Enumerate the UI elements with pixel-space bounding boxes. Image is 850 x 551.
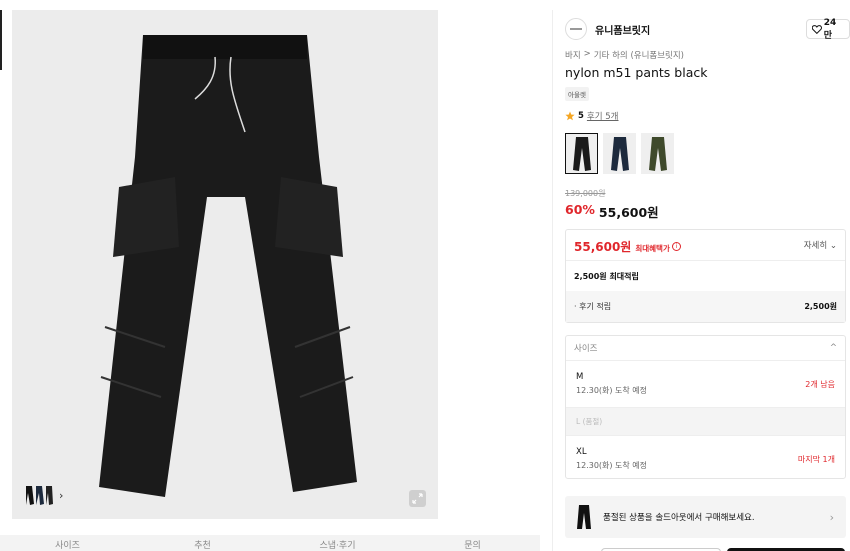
product-image [99, 35, 357, 497]
scroll-edge [0, 10, 2, 70]
star-icon [565, 111, 575, 121]
brand-row[interactable]: 유니폼브릿지 [565, 18, 650, 40]
size-option-name: L (품절) [576, 417, 603, 426]
detail-tabs: 사이즈 추천 스냅·후기 문의 [0, 535, 540, 551]
breadcrumb: 바지 > 기타 하의 (유니폼브릿지) [565, 49, 684, 61]
size-option-l-soldout: L (품절) [566, 408, 845, 436]
pants-thumbnail [577, 505, 591, 529]
original-price: 139,000원 [565, 189, 606, 198]
breadcrumb-separator: > [583, 49, 591, 59]
chevron-down-icon: ⌄ [829, 241, 837, 251]
color-option-black[interactable] [565, 133, 598, 174]
max-benefit-price: 55,600원 [574, 239, 632, 254]
product-info-panel: 유니폼브릿지 24만 바지 > 기타 하의 (유니폼브릿지) nylon m51… [552, 10, 850, 551]
detail-label: 자세히 [803, 241, 828, 251]
size-selector: 사이즈 ^ M 12.30(화) 도착 예정 2개 남음 L (품절) XL 1… [565, 335, 846, 479]
breadcrumb-subcategory[interactable]: 기타 하의 (유니폼브릿지) [594, 49, 684, 61]
review-points-label: · 후기 적립 [574, 302, 612, 311]
chevron-up-icon: ^ [829, 343, 837, 353]
soldout-banner[interactable]: 품절된 상품을 솔드아웃에서 구매해보세요. › [565, 496, 846, 538]
zoom-button[interactable] [409, 490, 426, 507]
brand-name[interactable]: 유니폼브릿지 [595, 22, 650, 37]
size-dropdown-header[interactable]: 사이즈 ^ [566, 336, 845, 361]
outlet-badge: 아울렛 [565, 87, 589, 101]
size-option-name: XL [576, 447, 587, 457]
heart-icon [812, 24, 822, 34]
rating-row: 5 후기 5개 [565, 110, 619, 122]
review-link[interactable]: 후기 5개 [587, 110, 619, 122]
tab-recommend[interactable]: 추천 [135, 535, 270, 551]
rating-score: 5 [578, 111, 584, 121]
color-option-khaki[interactable] [641, 133, 674, 174]
like-count: 24만 [823, 17, 837, 41]
chevron-right-icon: › [829, 510, 834, 524]
size-option-name: M [576, 372, 584, 382]
size-header-label: 사이즈 [574, 344, 598, 354]
thumbnail-image[interactable] [24, 483, 54, 507]
tab-inquiry[interactable]: 문의 [405, 535, 540, 551]
points-title: 2,500원 최대적립 [574, 271, 639, 281]
pants-thumbnail [610, 136, 629, 171]
discount-rate: 60% [565, 202, 595, 217]
brand-logo[interactable] [565, 18, 587, 40]
benefit-header[interactable]: 55,600원 최대혜택가 i 자세히 ⌄ [566, 230, 845, 261]
stock-status: 마지막 1개 [797, 454, 835, 464]
product-image-gallery[interactable]: › [12, 10, 438, 519]
tab-size[interactable]: 사이즈 [0, 535, 135, 551]
expand-icon [412, 493, 423, 504]
benefit-box: 55,600원 최대혜택가 i 자세히 ⌄ 2,500원 최대적립 · 후기 적립 … [565, 229, 846, 323]
info-icon[interactable]: i [671, 241, 681, 251]
like-button[interactable]: 24만 [806, 17, 850, 41]
review-points-value: 2,500원 [804, 302, 837, 311]
review-points-row: · 후기 적립 2,500원 [566, 291, 845, 322]
pants-thumbnail [648, 136, 667, 171]
size-option-xl[interactable]: XL 12.30(화) 도착 예정 마지막 1개 [566, 436, 845, 478]
delivery-eta: 12.30(화) 도착 예정 [576, 386, 648, 395]
soldout-banner-text: 품절된 상품을 솔드아웃에서 구매해보세요. [603, 513, 755, 523]
price-row: 60% 55,600원 [565, 202, 659, 221]
size-option-m[interactable]: M 12.30(화) 도착 예정 2개 남음 [566, 361, 845, 408]
sale-price: 55,600원 [598, 205, 659, 220]
max-benefit-label: 최대혜택가 [635, 243, 670, 253]
delivery-eta: 12.30(화) 도착 예정 [576, 461, 648, 470]
color-options [565, 133, 674, 174]
detail-toggle[interactable]: 자세히 ⌄ [804, 239, 837, 251]
breadcrumb-category[interactable]: 바지 [565, 49, 581, 61]
thumbnail-next-icon[interactable]: › [59, 489, 63, 502]
thumbnail-strip[interactable]: › [24, 483, 63, 507]
tab-snap-review[interactable]: 스냅·후기 [270, 535, 405, 551]
pants-thumbnail [572, 136, 591, 171]
stock-status: 2개 남음 [805, 379, 835, 389]
color-option-navy[interactable] [603, 133, 636, 174]
product-title: nylon m51 pants black [565, 65, 708, 80]
